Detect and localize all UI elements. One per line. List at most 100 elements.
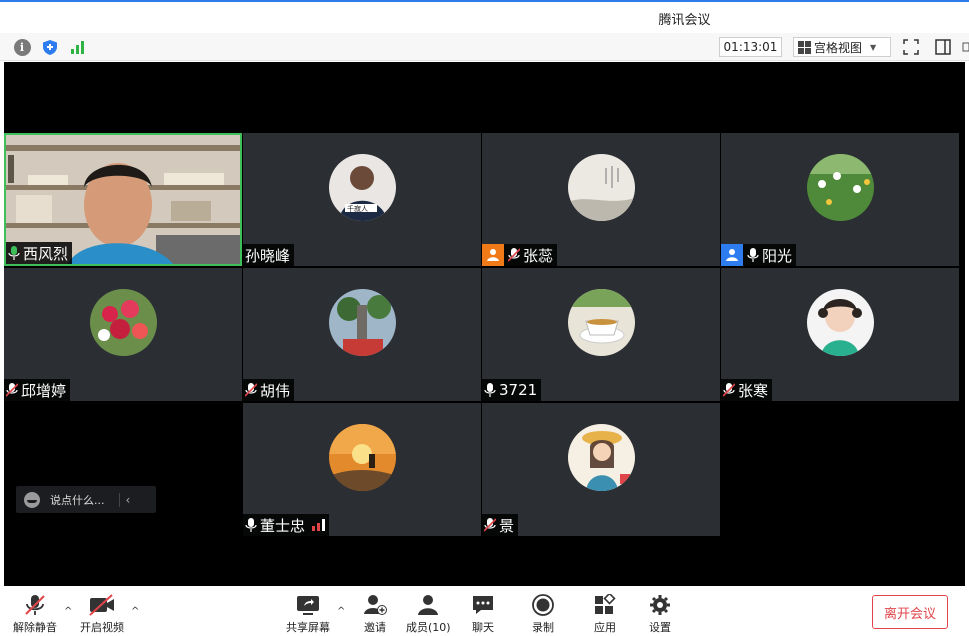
avatar	[568, 289, 635, 356]
avatar	[568, 424, 635, 491]
unmute-button[interactable]: 解除静音	[13, 594, 57, 635]
participant-name-tag: 张寒	[721, 379, 773, 401]
apps-button[interactable]: 应用	[593, 594, 617, 635]
members-button[interactable]: 成员(10)	[406, 594, 451, 635]
settings-label: 设置	[649, 621, 671, 634]
participant-name: 张蕊	[523, 246, 554, 265]
chat-button[interactable]: 聊天	[471, 594, 495, 635]
emoji-icon[interactable]	[24, 491, 40, 508]
mic-on-icon	[8, 245, 20, 260]
video-options-chevron-icon[interactable]: ^	[131, 606, 139, 617]
invite-button[interactable]: 邀请	[363, 594, 387, 635]
gear-icon	[650, 595, 670, 615]
participant-name: 3721	[499, 381, 538, 399]
mic-on-icon	[245, 517, 257, 532]
participant-name: 胡伟	[260, 381, 291, 400]
chevron-down-icon: ▼	[870, 42, 877, 52]
unmute-label: 解除静音	[13, 621, 57, 634]
avatar	[329, 424, 396, 491]
avatar	[329, 289, 396, 356]
start-video-label: 开启视频	[80, 621, 124, 634]
leave-meeting-button[interactable]: 离开会议	[872, 595, 948, 629]
record-button[interactable]: 录制	[531, 594, 555, 635]
orange-user-icon	[482, 244, 504, 266]
participant-name: 阳光	[762, 246, 793, 265]
mic-muted-icon	[508, 247, 520, 262]
share-screen-button[interactable]: 共享屏幕	[286, 594, 330, 635]
record-icon	[532, 594, 554, 616]
top-toolbar: i 01:13:01 宫格视图 ▼	[0, 33, 969, 61]
view-mode-dropdown[interactable]: 宫格视图 ▼	[793, 37, 891, 57]
participant-tile[interactable]: 张蕊	[482, 133, 720, 266]
avatar	[90, 289, 157, 356]
window-title: 腾讯会议	[658, 13, 711, 28]
participant-name: 邱增婷	[21, 381, 67, 400]
avatar	[568, 154, 635, 221]
mic-muted-icon	[25, 595, 45, 615]
participant-name-tag: 张蕊	[482, 244, 558, 266]
video-grid: 西风烈 千寂人 孙晓峰 张蕊 阳光 邱增婷 胡伟 3721 张寒 董士忠 景 说…	[4, 62, 965, 586]
start-video-button[interactable]: 开启视频	[80, 594, 124, 635]
signal-icon[interactable]	[69, 38, 87, 56]
sidebar-toggle-icon[interactable]	[934, 38, 952, 56]
mic-on-icon	[747, 247, 759, 262]
members-icon	[418, 595, 439, 615]
fullscreen-icon[interactable]	[902, 38, 920, 56]
participant-tile[interactable]: 董士忠	[243, 403, 481, 536]
share-screen-icon	[297, 596, 319, 615]
participant-name-tag: 孙晓峰	[243, 244, 295, 266]
bottom-control-bar: 解除静音 ^ 开启视频 ^ 共享屏幕 ^ 邀请 成员(10) 聊天 录制 应用 …	[0, 586, 969, 636]
share-screen-label: 共享屏幕	[286, 621, 330, 634]
participant-name-tag: 董士忠	[243, 514, 330, 536]
apps-icon	[595, 594, 616, 614]
chevron-left-icon[interactable]: ‹	[118, 492, 130, 507]
svg-text:千寂人: 千寂人	[347, 204, 368, 213]
participant-tile[interactable]: 3721	[482, 268, 720, 401]
view-mode-label: 宫格视图	[814, 40, 863, 55]
avatar	[807, 154, 874, 221]
mic-muted-icon	[245, 382, 257, 397]
mic-muted-icon	[6, 382, 18, 397]
participant-tile[interactable]: 邱增婷	[4, 268, 242, 401]
avatar: 千寂人	[329, 154, 396, 221]
audio-options-chevron-icon[interactable]: ^	[64, 606, 72, 617]
participant-tile[interactable]: 胡伟	[243, 268, 481, 401]
meeting-timer: 01:13:01	[719, 37, 782, 57]
info-icon[interactable]: i	[13, 38, 31, 56]
participant-name-tag: 胡伟	[243, 379, 295, 401]
participant-tile[interactable]: 景	[482, 403, 720, 536]
participant-name: 孙晓峰	[245, 246, 291, 265]
apps-label: 应用	[594, 621, 616, 634]
window-edge-icon	[962, 42, 969, 52]
chat-icon	[473, 596, 493, 614]
participant-name: 景	[499, 516, 515, 535]
participant-name-tag: 3721	[482, 379, 542, 401]
participant-tile[interactable]: 阳光	[721, 133, 959, 266]
participant-tile[interactable]: 张寒	[721, 268, 959, 401]
shield-icon[interactable]	[41, 38, 59, 56]
mic-muted-icon	[484, 517, 496, 532]
participant-tile[interactable]: 千寂人 孙晓峰	[243, 133, 481, 266]
mic-on-icon	[484, 382, 496, 397]
participant-name: 西风烈	[23, 244, 69, 263]
participant-name-tag: 阳光	[721, 244, 797, 266]
participant-name-tag: 景	[482, 514, 519, 536]
avatar	[807, 289, 874, 356]
chat-input-box[interactable]: 说点什么... ‹	[16, 486, 156, 513]
grid-view-icon	[798, 40, 811, 54]
title-bar: 腾讯会议	[0, 0, 969, 33]
video-off-icon	[89, 594, 114, 616]
mic-muted-icon	[723, 382, 735, 397]
settings-button[interactable]: 设置	[648, 594, 672, 635]
participant-tile-active[interactable]: 西风烈	[4, 133, 242, 266]
participant-name: 董士忠	[260, 516, 306, 535]
blue-user-icon	[721, 244, 743, 266]
record-label: 录制	[532, 621, 554, 634]
participant-name-tag: 邱增婷	[4, 379, 71, 401]
invite-label: 邀请	[364, 621, 386, 634]
share-options-chevron-icon[interactable]: ^	[337, 606, 345, 617]
participant-name: 张寒	[738, 381, 769, 400]
speaking-indicator-icon	[312, 519, 326, 531]
members-label: 成员(10)	[406, 621, 451, 634]
participant-name-tag: 西风烈	[6, 242, 73, 264]
